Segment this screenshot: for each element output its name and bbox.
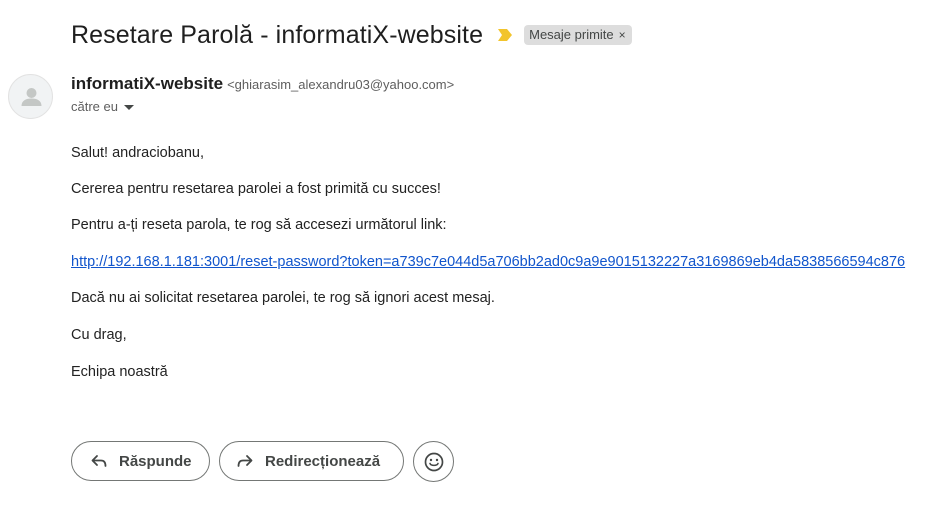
forward-arrow-icon [235,451,255,471]
reset-link-row: http://192.168.1.181:3001/reset-password… [71,253,905,271]
smiley-emoji-icon [424,452,443,471]
reset-password-link[interactable]: http://192.168.1.181:3001/reset-password… [71,254,905,270]
reply-button[interactable]: Răspunde [71,441,210,481]
sender-email: <ghiarasim_alexandru03@yahoo.com> [227,77,455,92]
body-line-instructions: Pentru a-ți reseta parola, te rog să acc… [71,217,447,233]
remove-label-icon[interactable]: × [619,28,626,42]
reply-button-label: Răspunde [119,452,192,470]
sender-name[interactable]: informatiX-website [71,74,223,93]
label-chip-inbox: Mesaje primite × [524,25,632,45]
importance-marker-icon[interactable] [497,28,513,42]
default-avatar-icon [21,88,42,106]
sender-info: informatiX-website <ghiarasim_alexandru03… [71,74,454,95]
body-closing: Cu drag, [71,327,127,343]
body-line-ignore: Dacă nu ai solicitat resetarea parolei, … [71,290,495,306]
forward-button[interactable]: Redirecționează [219,441,404,481]
email-subject: Resetare Parolă - informatiX-website [71,20,484,49]
body-signature: Echipa noastră [71,364,168,380]
body-line-request: Cererea pentru resetarea parolei a fost … [71,181,441,197]
forward-button-label: Redirecționează [265,452,381,470]
show-details-dropdown-icon[interactable] [123,104,134,110]
subject-row: Resetare Parolă - informatiX-website Mes… [71,18,632,52]
emoji-reaction-button[interactable] [413,441,454,482]
body-greeting: Salut! andraciobanu, [71,145,205,161]
recipient-label: către eu [71,98,118,114]
recipient-row: către eu [71,97,134,115]
email-view: Resetare Parolă - informatiX-website Mes… [0,0,936,529]
label-chip-text: Mesaje primite [529,27,614,42]
reply-arrow-icon [89,451,109,471]
sender-avatar[interactable] [8,74,53,119]
